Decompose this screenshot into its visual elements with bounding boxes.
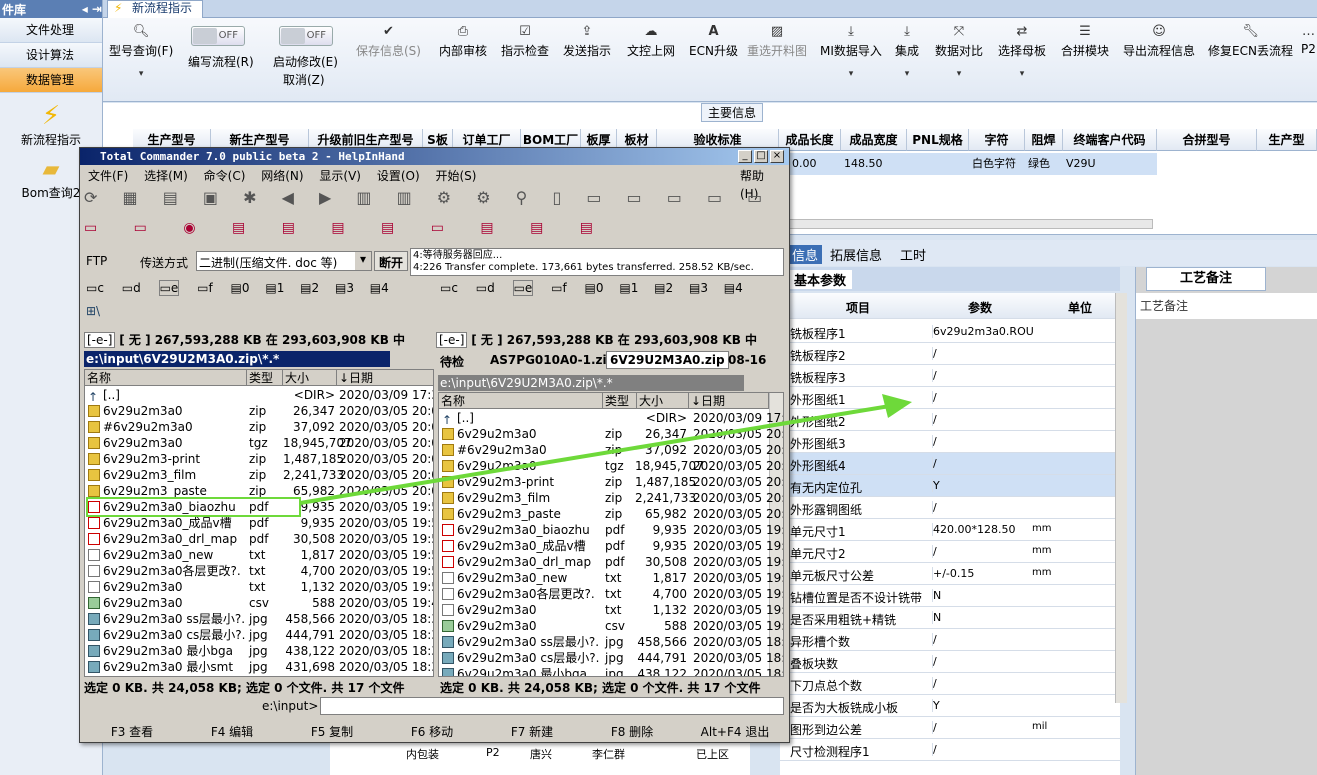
annotation-arrow: [299, 394, 912, 505]
